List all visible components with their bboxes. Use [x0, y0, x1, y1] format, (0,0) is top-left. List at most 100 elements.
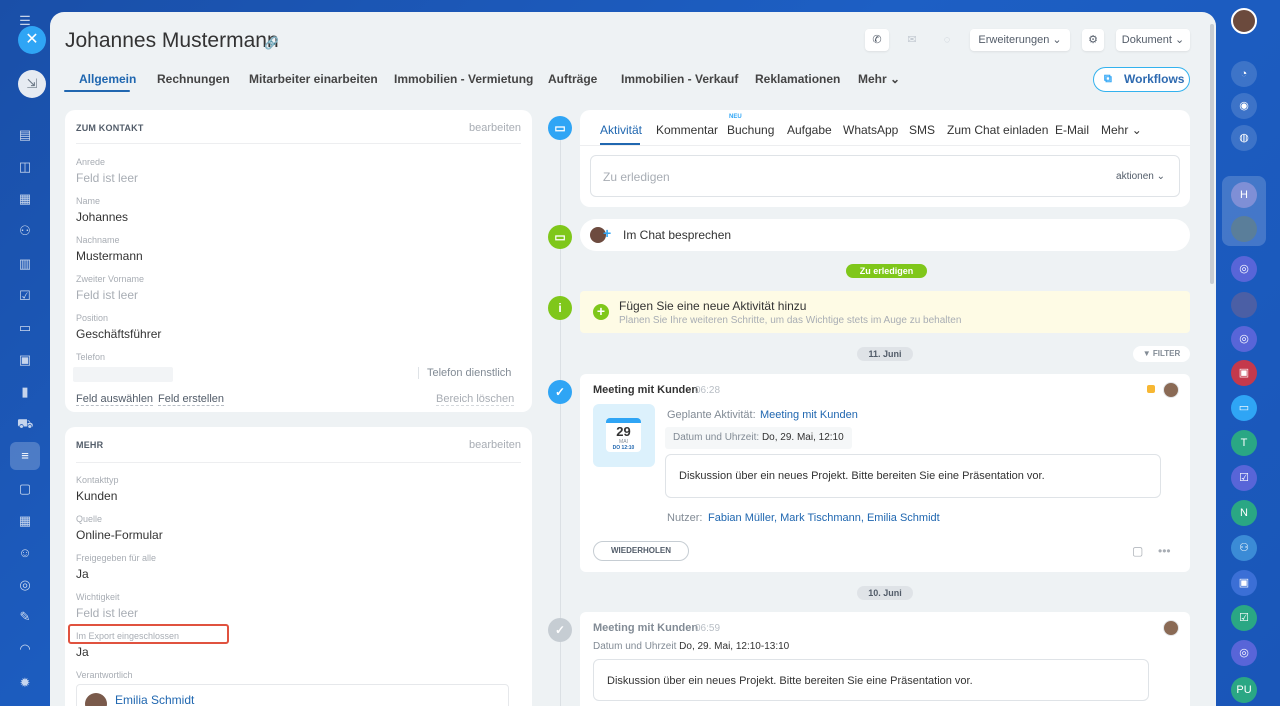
tasks-icon[interactable]: ☑: [17, 288, 33, 304]
lock-icon[interactable]: ▣: [1231, 360, 1257, 386]
chat-icon[interactable]: ◫: [17, 159, 33, 175]
chat-discuss-button[interactable]: + Im Chat besprechen: [580, 219, 1190, 251]
settings-button[interactable]: ⚙: [1082, 29, 1104, 51]
avatar[interactable]: [1163, 382, 1179, 398]
meeting-title[interactable]: Meeting mit Kunden: [593, 384, 698, 396]
field-value[interactable]: Johannes: [76, 210, 128, 224]
chat-button[interactable]: ◌: [935, 29, 959, 51]
document-icon[interactable]: ▤: [17, 127, 33, 143]
search-icon[interactable]: ◍: [1231, 125, 1257, 151]
activity-icon[interactable]: ◉: [1231, 93, 1257, 119]
chat-avatar-t[interactable]: T: [1231, 430, 1257, 456]
group-icon[interactable]: ⚇: [1231, 535, 1257, 561]
filter-icon[interactable]: ≡: [10, 442, 40, 470]
users-list[interactable]: Fabian Müller, Mark Tischmann, Emilia Sc…: [708, 512, 940, 524]
phone-button[interactable]: ✆: [865, 29, 889, 51]
chart-icon[interactable]: ▮: [17, 384, 33, 400]
more-icon[interactable]: •••: [1158, 544, 1171, 558]
lock-icon[interactable]: ▣: [1231, 570, 1257, 596]
spiral-icon[interactable]: ◎: [1231, 640, 1257, 666]
close-icon[interactable]: ✕: [18, 26, 46, 54]
tab-immobilien-vermietung[interactable]: Immobilien - Vermietung: [394, 72, 533, 86]
avatar[interactable]: [1163, 620, 1179, 636]
phone-type-select[interactable]: Telefon dienstlich: [418, 367, 511, 379]
edit-link[interactable]: bearbeiten: [469, 122, 521, 134]
field-value[interactable]: Kunden: [76, 489, 117, 503]
tab-allgemein[interactable]: Allgemein: [79, 72, 136, 86]
tab-whatsapp[interactable]: WhatsApp: [843, 123, 898, 137]
date-time-chip[interactable]: Datum und Uhrzeit: Do, 29. Mai, 12:10: [665, 427, 852, 449]
contacts-icon[interactable]: ⚇: [17, 223, 33, 239]
responsible-user[interactable]: Emilia Schmidt: [76, 684, 509, 706]
spiral-icon[interactable]: ◎: [1231, 326, 1257, 352]
minimize-icon[interactable]: ⇲: [18, 70, 46, 98]
field-value[interactable]: Online-Formular: [76, 528, 163, 542]
calendar-icon[interactable]: ▦: [17, 191, 33, 207]
todo-input[interactable]: Zu erledigen aktionen ⌄: [590, 155, 1180, 197]
tab-auftraege[interactable]: Aufträge: [548, 72, 597, 86]
field-value[interactable]: Feld ist leer: [76, 288, 138, 302]
presentation-icon[interactable]: ▣: [17, 352, 33, 368]
planned-activity-link[interactable]: Meeting mit Kunden: [760, 409, 858, 421]
settings-icon[interactable]: ✹: [17, 675, 33, 691]
tab-zum-chat-einladen[interactable]: Zum Chat einladen: [947, 123, 1048, 137]
tab-rechnungen[interactable]: Rechnungen: [157, 72, 230, 86]
user-avatar[interactable]: [1231, 8, 1257, 34]
extensions-dropdown[interactable]: Erweiterungen ⌄: [970, 29, 1070, 51]
tab-aktivitaet[interactable]: Aktivität: [600, 123, 642, 137]
field-value[interactable]: Feld ist leer: [76, 171, 138, 185]
delete-section-link[interactable]: Bereich löschen: [436, 393, 515, 406]
tab-aufgabe[interactable]: Aufgabe: [787, 123, 832, 137]
inbox-icon[interactable]: ▢: [17, 481, 33, 497]
tab-reklamationen[interactable]: Reklamationen: [755, 72, 840, 86]
field-value[interactable]: Ja: [76, 567, 89, 581]
field-value[interactable]: Feld ist leer: [76, 606, 138, 620]
sign-icon[interactable]: ✎: [17, 609, 33, 625]
repeat-button[interactable]: WIEDERHOLEN: [593, 541, 689, 561]
copy-link-icon[interactable]: 🔗: [264, 36, 279, 50]
bell-icon[interactable]: ◔: [1231, 61, 1257, 87]
chat-avatar-h[interactable]: H: [1231, 182, 1257, 208]
tab-immobilien-verkauf[interactable]: Immobilien - Verkauf: [621, 72, 738, 86]
edit-link[interactable]: bearbeiten: [469, 439, 521, 451]
cart-icon[interactable]: ⛟: [17, 416, 33, 432]
chat-icon[interactable]: ▭: [1231, 395, 1257, 421]
schedule-icon[interactable]: ▦: [17, 513, 33, 529]
add-activity-card[interactable]: + Fügen Sie eine neue Aktivität hinzu Pl…: [580, 291, 1190, 333]
headset-icon[interactable]: ◠: [17, 641, 33, 657]
document-dropdown[interactable]: Dokument ⌄: [1116, 29, 1190, 51]
task-icon[interactable]: ☑: [1231, 605, 1257, 631]
description-box[interactable]: Diskussion über ein neues Projekt. Bitte…: [665, 454, 1161, 498]
select-field-link[interactable]: Feld auswählen: [76, 393, 154, 406]
tab-buchung[interactable]: Buchung: [727, 123, 774, 137]
robot-icon[interactable]: ☺: [17, 545, 33, 561]
chat-avatar[interactable]: [1231, 292, 1257, 318]
email-button[interactable]: ✉: [900, 29, 924, 51]
field-value[interactable]: Geschäftsführer: [76, 327, 161, 341]
chat-avatar-pu[interactable]: PU: [1231, 677, 1257, 703]
workflows-button[interactable]: ⧉ Workflows: [1093, 67, 1190, 92]
spiral-icon[interactable]: ◎: [1231, 256, 1257, 282]
card-icon[interactable]: ▭: [17, 320, 33, 336]
chat-avatar-n[interactable]: N: [1231, 500, 1257, 526]
field-value[interactable]: Mustermann: [76, 249, 143, 263]
scrollbar[interactable]: [1210, 24, 1214, 284]
description-box[interactable]: Diskussion über ein neues Projekt. Bitte…: [593, 659, 1149, 701]
actions-dropdown[interactable]: aktionen ⌄: [1116, 171, 1165, 182]
note-icon[interactable]: ▢: [1132, 544, 1143, 558]
file-icon[interactable]: ▥: [17, 256, 33, 272]
tab-mitarbeiter-einarbeiten[interactable]: Mitarbeiter einarbeiten: [249, 72, 378, 86]
tab-kommentar[interactable]: Kommentar: [656, 123, 718, 137]
filter-button[interactable]: ▼ FILTER: [1133, 346, 1190, 362]
meeting-title[interactable]: Meeting mit Kunden: [593, 622, 698, 634]
tab-sms[interactable]: SMS: [909, 123, 935, 137]
chat-avatar[interactable]: [1231, 216, 1257, 242]
task-icon[interactable]: ☑: [1231, 465, 1257, 491]
create-field-link[interactable]: Feld erstellen: [158, 393, 225, 406]
phone-input[interactable]: [73, 367, 173, 382]
target-icon[interactable]: ◎: [17, 577, 33, 593]
field-value[interactable]: Ja: [76, 645, 89, 659]
responsible-name[interactable]: Emilia Schmidt: [115, 693, 194, 706]
tab-email[interactable]: E-Mail: [1055, 123, 1089, 137]
tab-mehr[interactable]: Mehr ⌄: [858, 72, 900, 86]
